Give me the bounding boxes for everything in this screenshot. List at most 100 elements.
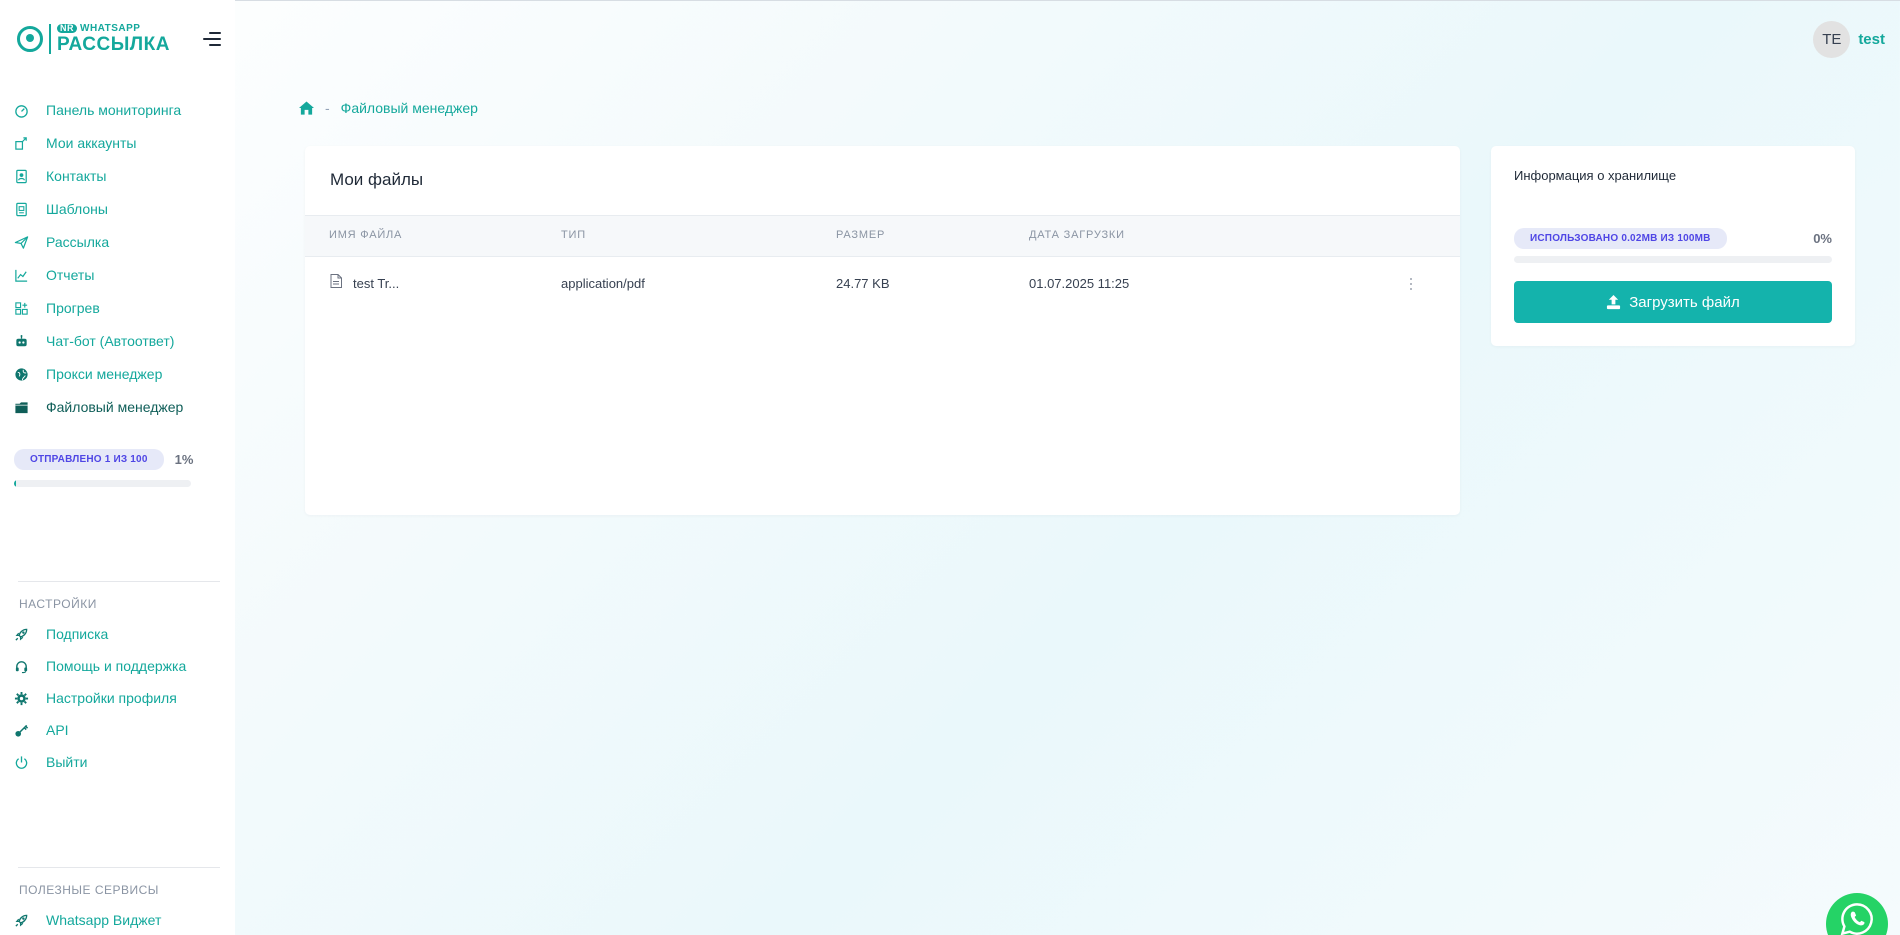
username[interactable]: test xyxy=(1858,31,1885,48)
sent-progress-bar xyxy=(14,480,191,487)
upload-file-label: Загрузить файл xyxy=(1629,293,1740,311)
logo-bottom-text: РАССЫЛКА xyxy=(57,34,170,55)
rocket-icon xyxy=(14,913,29,928)
sidebar-item-label: Чат-бот (Автоответ) xyxy=(46,333,175,349)
sidebar-item-2[interactable]: Мои аккаунты xyxy=(14,131,137,155)
column-header-size[interactable]: РАЗМЕР xyxy=(836,229,885,241)
sidebar-item-label: Whatsapp Виджет xyxy=(46,912,162,928)
upload-file-button[interactable]: Загрузить файл xyxy=(1514,281,1832,323)
sidebar-item-3[interactable]: Настройки профиля xyxy=(14,686,177,710)
globe-icon xyxy=(14,367,29,382)
storage-title: Информация о хранилище xyxy=(1514,168,1677,183)
sidebar-item-label: Рассылка xyxy=(46,234,110,250)
sidebar-item-label: Выйти xyxy=(46,754,88,770)
logo-separator xyxy=(49,24,51,54)
sidebar-item-label: Прогрев xyxy=(46,300,100,316)
sidebar-item-label: Мои аккаунты xyxy=(46,135,137,151)
whatsapp-icon xyxy=(1840,903,1873,935)
files-table-header: ИМЯ ФАЙЛА ТИП РАЗМЕР ДАТА ЗАГРУЗКИ xyxy=(305,215,1460,257)
files-card-title: Мои файлы xyxy=(330,170,424,189)
storage-card: Информация о хранилище ИСПОЛЬЗОВАНО 0.02… xyxy=(1491,146,1855,346)
sidebar-item-1[interactable]: Панель мониторинга xyxy=(14,98,181,122)
gear-icon xyxy=(14,691,29,706)
file-size: 24.77 KB xyxy=(836,276,890,291)
sidebar-item-5[interactable]: Рассылка xyxy=(14,230,109,254)
sidebar-item-label: Файловый менеджер xyxy=(46,399,184,415)
breadcrumb-separator: - xyxy=(325,100,330,116)
sidebar-item-1[interactable]: Whatsapp Виджет xyxy=(14,908,161,932)
file-type: application/pdf xyxy=(561,276,645,291)
sidebar-item-label: Отчеты xyxy=(46,267,95,283)
sent-pill: ОТПРАВЛЕНО 1 ИЗ 100 xyxy=(14,449,164,470)
sidebar: NR WHATSAPP РАССЫЛКА Панель мониторинга Мо… xyxy=(0,0,235,935)
sidebar-item-6[interactable]: Отчеты xyxy=(14,263,94,287)
reports-icon xyxy=(14,268,29,283)
storage-usage-row: ИСПОЛЬЗОВАНО 0.02MB ИЗ 100MB 0% xyxy=(1514,228,1832,249)
contacts-icon xyxy=(14,169,29,184)
logo-badge: NR xyxy=(57,24,77,33)
app-logo[interactable]: NR WHATSAPP РАССЫЛКА xyxy=(17,24,170,54)
dashboard-icon xyxy=(14,103,29,118)
templates-icon xyxy=(14,202,29,217)
column-header-date[interactable]: ДАТА ЗАГРУЗКИ xyxy=(1029,229,1125,241)
home-icon[interactable] xyxy=(299,101,314,115)
logo-top-text: WHATSAPP xyxy=(80,23,141,34)
files-card: Мои файлы ИМЯ ФАЙЛА ТИП РАЗМЕР ДАТА ЗАГР… xyxy=(305,146,1460,515)
column-header-name[interactable]: ИМЯ ФАЙЛА xyxy=(329,229,402,241)
robot-icon xyxy=(14,334,29,349)
avatar[interactable]: TE xyxy=(1813,21,1851,58)
sidebar-item-label: Прокси менеджер xyxy=(46,366,163,382)
top-border xyxy=(0,0,1900,1)
sidebar-item-4[interactable]: Шаблоны xyxy=(14,197,108,221)
sidebar-item-1[interactable]: Подписка xyxy=(14,622,108,646)
sidebar-item-8[interactable]: Чат-бот (Автоответ) xyxy=(14,329,174,353)
sidebar-item-label: Помощь и поддержка xyxy=(46,658,187,674)
settings-section-title: НАСТРОЙКИ xyxy=(19,597,97,611)
sidebar-item-3[interactable]: Контакты xyxy=(14,164,106,188)
sidebar-item-5[interactable]: Выйти xyxy=(14,750,87,774)
sidebar-item-2[interactable]: Помощь и поддержка xyxy=(14,654,186,678)
power-icon xyxy=(14,755,29,770)
file-date: 01.07.2025 11:25 xyxy=(1029,276,1130,291)
sidebar-item-label: Контакты xyxy=(46,168,107,184)
logo-top-line: NR WHATSAPP xyxy=(57,24,170,34)
sent-progress-fill xyxy=(14,480,16,487)
whatsapp-chat-button[interactable] xyxy=(1826,893,1888,935)
logo-text: NR WHATSAPP РАССЫЛКА xyxy=(57,24,170,54)
rocket-icon xyxy=(14,627,29,642)
accounts-icon xyxy=(14,136,29,151)
sidebar-item-label: Настройки профиля xyxy=(46,690,177,706)
breadcrumb: - Файловый менеджер xyxy=(299,100,478,116)
storage-used-pill: ИСПОЛЬЗОВАНО 0.02MB ИЗ 100MB xyxy=(1514,228,1727,249)
user-profile[interactable]: TE test xyxy=(1813,21,1885,58)
row-more-icon[interactable] xyxy=(1408,277,1414,291)
file-name[interactable]: test Tr... xyxy=(353,276,399,291)
sidebar-item-10[interactable]: Файловый менеджер xyxy=(14,395,183,419)
sent-usage: ОТПРАВЛЕНО 1 ИЗ 100 1% xyxy=(14,449,193,470)
sidebar-item-label: API xyxy=(46,722,69,738)
column-header-type[interactable]: ТИП xyxy=(561,229,586,241)
sidebar-item-label: Шаблоны xyxy=(46,201,108,217)
storage-percent: 0% xyxy=(1813,231,1832,246)
sent-percent: 1% xyxy=(174,452,194,467)
warmup-icon xyxy=(14,301,29,316)
sidebar-item-4[interactable]: API xyxy=(14,718,69,742)
breadcrumb-current[interactable]: Файловый менеджер xyxy=(341,100,478,116)
whatsapp-logo-icon xyxy=(17,26,43,52)
sidebar-item-label: Подписка xyxy=(46,626,109,642)
table-row[interactable]: test Tr... application/pdf 24.77 KB 01.0… xyxy=(305,258,1460,310)
key-icon xyxy=(14,723,29,738)
services-section-title: ПОЛЕЗНЫЕ СЕРВИСЫ xyxy=(19,883,159,897)
headset-icon xyxy=(14,659,29,674)
storage-progress-bar xyxy=(1514,256,1832,263)
menu-toggle-icon[interactable] xyxy=(203,32,221,46)
upload-icon xyxy=(1607,294,1621,309)
file-document-icon xyxy=(330,274,342,288)
folder-icon xyxy=(14,400,29,415)
settings-divider xyxy=(18,581,220,582)
services-divider xyxy=(18,867,220,868)
sidebar-item-7[interactable]: Прогрев xyxy=(14,296,100,320)
sidebar-item-9[interactable]: Прокси менеджер xyxy=(14,362,162,386)
send-icon xyxy=(14,235,29,250)
sidebar-item-label: Панель мониторинга xyxy=(46,102,182,118)
